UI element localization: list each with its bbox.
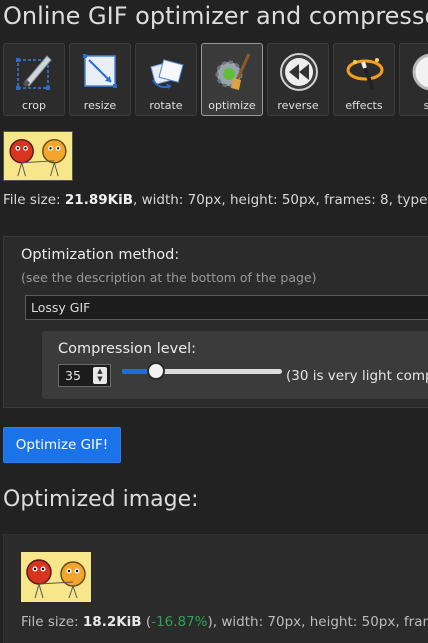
page: Online GIF optimizer and compressor crop… (0, 0, 428, 643)
tool-rotate-button[interactable]: rotate (135, 43, 197, 116)
compression-level-label: Compression level: (58, 341, 197, 357)
speed-icon (412, 53, 428, 91)
tool-label: crop (21, 99, 47, 112)
optimize-gif-button[interactable]: Optimize GIF! (3, 427, 121, 463)
tool-label: reverse (277, 99, 319, 112)
page-title: Online GIF optimizer and compressor (3, 2, 428, 30)
file-details: ), width: 70px, height: 50px, frames: 8 (207, 614, 428, 630)
optimized-image-heading: Optimized image: (3, 487, 199, 512)
optimization-method-label: Optimization method: (21, 247, 180, 263)
crop-icon (16, 55, 52, 90)
tool-label: rotate (149, 99, 183, 112)
rotate-icon (150, 59, 184, 89)
size-change-percent: -16.87% (151, 614, 208, 630)
tool-reverse-button[interactable]: reverse (267, 43, 329, 116)
spinner-arrows-icon[interactable]: ▲ ▼ (93, 367, 107, 384)
file-size-label: File size: (21, 614, 83, 630)
tool-optimize-button[interactable]: optimize (201, 43, 263, 116)
compression-level-input[interactable]: 35 ▲ ▼ (58, 364, 111, 387)
compression-level-hint: (30 is very light compression) (286, 368, 428, 384)
source-file-info: File size: 21.89KiB, width: 70px, height… (3, 191, 428, 209)
reverse-icon (280, 53, 318, 91)
source-gif-thumbnail (3, 131, 73, 181)
tool-label: sp (423, 99, 428, 112)
optimization-method-select[interactable]: Lossy GIF (25, 295, 428, 320)
effects-icon (346, 58, 384, 91)
optimized-file-info: File size: 18.2KiB (-16.87%), width: 70p… (21, 614, 428, 630)
resize-icon (83, 54, 117, 88)
tool-effects-button[interactable]: effects (333, 43, 395, 116)
file-size-label: File size: (3, 192, 65, 208)
optimization-panel: Optimization method: (see the descriptio… (3, 236, 428, 408)
optimized-gif-thumbnail (21, 552, 91, 602)
tool-label: optimize (208, 99, 256, 112)
compression-level-slider[interactable] (122, 362, 282, 380)
tool-resize-button[interactable]: resize (69, 43, 131, 116)
compression-panel: Compression level: 35 ▲ ▼ (30 is very lig… (42, 331, 428, 399)
tool-label: effects (345, 99, 383, 112)
optimization-method-note: (see the description at the bottom of th… (21, 270, 317, 285)
slider-handle[interactable] (146, 362, 165, 380)
optimize-icon (215, 53, 251, 90)
file-details: , width: 70px, height: 50px, frames: 8, … (133, 192, 428, 208)
tool-label: resize (83, 99, 117, 112)
tool-speed-button[interactable]: sp (399, 43, 428, 116)
file-size-value: 18.2KiB (82, 614, 142, 630)
file-size-value: 21.89KiB (64, 192, 133, 208)
compression-level-value: 35 (65, 368, 81, 383)
optimized-result-panel: File size: 18.2KiB (-16.87%), width: 70p… (3, 534, 428, 643)
tool-crop-button[interactable]: crop (3, 43, 65, 116)
paren-open: ( (141, 614, 152, 630)
